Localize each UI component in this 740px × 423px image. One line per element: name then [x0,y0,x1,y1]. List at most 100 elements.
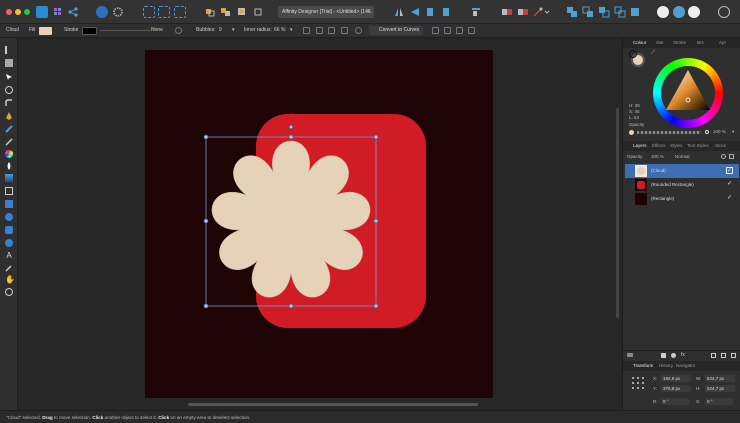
shear-field[interactable]: 0 ° [705,398,733,405]
hand-tool-icon[interactable]: ✋ [5,276,15,284]
adjustment-icon[interactable] [671,353,676,358]
mask-icon[interactable] [661,353,666,358]
add-layer-icon[interactable] [711,353,716,358]
stroke-style-value[interactable]: None [151,27,163,33]
shape-tools-icon[interactable] [5,239,13,247]
tab-text-styles[interactable]: Text Styles [687,143,709,148]
tab-appearance[interactable]: Apr [719,40,726,45]
align-right-icon[interactable] [328,27,335,34]
layer-settings-gear-icon[interactable] [721,154,726,159]
flip-vertical-icon[interactable] [409,6,421,18]
stroke-width-slider[interactable] [100,30,150,31]
align-left-icon[interactable] [303,27,310,34]
export-persona-icon[interactable] [67,6,79,18]
inner-radius-value[interactable]: 66 % [274,27,285,33]
canvas-objects[interactable] [18,38,622,410]
artboard-tool-icon[interactable] [5,59,13,67]
tab-effects[interactable]: Effects [652,143,666,148]
tab-navigator[interactable]: Navigator [676,363,695,368]
tab-layers[interactable]: Layers [633,143,647,148]
account-icon[interactable] [718,6,730,18]
tab-stock[interactable]: Stock [715,143,726,148]
text-tool-icon[interactable]: A [5,252,13,260]
layer-menu-icon[interactable] [627,353,633,357]
crop-tool-icon[interactable] [5,187,13,195]
settings-gear-icon[interactable] [112,6,124,18]
document-tab[interactable]: Affinity Designer [Trial] - <Untitled> (… [278,6,374,18]
combine-icon[interactable] [629,6,641,18]
transform-origin-icon[interactable] [158,6,170,18]
w-field[interactable]: 524,7 px [705,375,735,382]
boolean-subtract-icon[interactable] [517,6,529,18]
stroke-colour-well[interactable] [629,50,637,58]
pixel-persona-icon[interactable] [52,6,64,18]
stroke-color-swatch[interactable] [82,27,97,35]
layer-order-icon[interactable] [252,6,264,18]
delete-layer-icon[interactable] [731,353,736,358]
rotate-right-icon[interactable] [440,6,452,18]
insert-icon[interactable] [236,6,248,18]
zoom-tool-icon[interactable] [5,288,13,296]
arrange-icon[interactable] [220,6,232,18]
lock-icon[interactable] [729,154,734,159]
layer-visibility-checkbox[interactable]: ✓ [726,167,733,174]
rounded-rectangle-tool-icon[interactable] [5,226,13,234]
tab-brushes[interactable]: Brs [697,40,704,45]
align-objects-justify-icon[interactable] [468,27,475,34]
fx-icon[interactable]: fx [681,352,685,358]
x-field[interactable]: 192,9 px [661,375,691,382]
pen-tool-icon[interactable] [5,112,13,120]
layer-row-rounded-rectangle[interactable]: (Rounded Rectangle) ✓ [625,178,739,192]
colour-picker-icon[interactable]: ⟋ [651,50,657,56]
bubbles-value[interactable]: 9 [219,27,222,33]
assistant-icon[interactable] [96,6,108,18]
convert-to-curves-button[interactable]: Convert to Curves [369,26,423,35]
layer-opacity-value[interactable]: 100 % [651,154,664,159]
corner-tool-icon[interactable] [5,99,13,107]
rectangle-tool-icon[interactable] [5,200,13,208]
hand-snap-icon[interactable] [204,6,216,18]
h-field[interactable]: 524,7 px [705,385,735,392]
minimize-window-button[interactable] [15,9,21,15]
affinity-designer-logo-icon[interactable] [36,6,48,18]
snapping-icon[interactable] [174,6,186,18]
transparency-tool-icon[interactable] [5,162,13,170]
chevron-down-icon[interactable] [543,6,555,18]
color-picker-tool-icon[interactable] [5,264,13,272]
fill-color-swatch[interactable] [39,27,52,35]
tab-history[interactable]: History [659,363,673,368]
ellipse-tool-icon[interactable] [5,213,13,221]
vector-brush-tool-icon[interactable] [5,138,13,146]
add-group-icon[interactable] [721,353,726,358]
blend-mode-value[interactable]: Normal [675,154,690,159]
tab-swatches[interactable]: Swt [656,40,664,45]
layer-visibility-checkbox[interactable]: ✓ [726,195,733,202]
canvas-workspace[interactable] [18,38,622,410]
tab-colour[interactable]: Colour [633,40,646,45]
close-document-icon[interactable]: × [367,6,370,18]
align-center-icon[interactable] [316,27,323,34]
tab-styles[interactable]: Styles [670,143,682,148]
flip-horizontal-icon[interactable] [393,6,405,18]
view-quality-icon[interactable] [673,6,685,18]
boolean-divide-icon[interactable] [614,6,626,18]
opacity-chevron-icon[interactable]: ▾ [732,129,734,135]
horizontal-scrollbar[interactable] [188,403,478,406]
inner-radius-chevron-icon[interactable]: ▾ [290,27,293,33]
tab-stroke[interactable]: Stroke [673,40,686,45]
view-mode-icon[interactable] [143,6,155,18]
rotation-field[interactable]: 0 ° [661,398,689,405]
move-tool-icon[interactable] [5,46,13,54]
boolean-add-icon[interactable] [501,6,513,18]
boolean-xor-icon[interactable] [598,6,610,18]
snapping-options-icon[interactable] [688,6,700,18]
node-tool-icon[interactable] [5,73,13,81]
contour-tool-icon[interactable] [5,86,13,94]
pencil-tool-icon[interactable] [5,125,13,133]
align-objects-center-icon[interactable] [444,27,451,34]
lock-ratio-icon[interactable] [341,27,348,34]
stroke-settings-gear-icon[interactable] [175,27,182,34]
rotate-left-icon[interactable] [424,6,436,18]
align-objects-left-icon[interactable] [432,27,439,34]
colour-wheel[interactable] [653,58,723,128]
